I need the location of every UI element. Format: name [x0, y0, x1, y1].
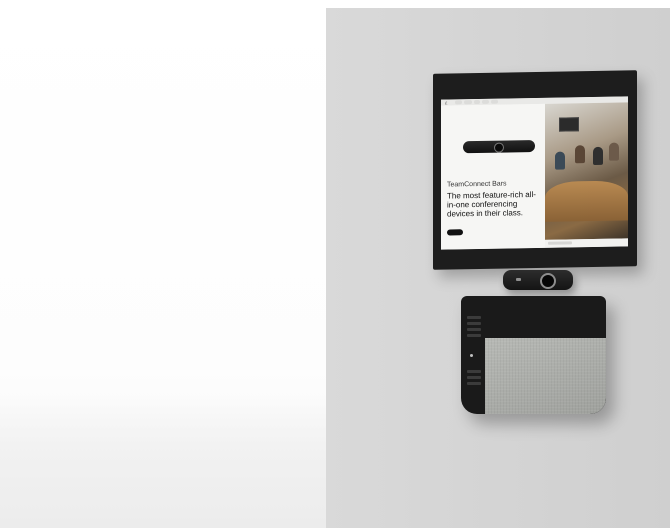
- compute-unit: [461, 296, 606, 414]
- nav-item: [455, 100, 463, 105]
- photo-caption-bar: [545, 238, 628, 248]
- camera-soundbar: [503, 270, 573, 290]
- brand-logo-icon: [516, 278, 521, 281]
- floor-reflection: [0, 392, 326, 528]
- conference-table: [545, 180, 628, 222]
- wall-display: ℰ TeamConnect Bars The most feature-rich…: [433, 70, 637, 270]
- hero-text-panel: TeamConnect Bars The most feature-rich a…: [441, 103, 545, 250]
- vent-slot: [467, 322, 481, 325]
- website-nav: [455, 99, 499, 105]
- vent-slot: [467, 370, 481, 373]
- person: [593, 146, 603, 165]
- meeting-room-photo: [545, 102, 628, 240]
- nav-item: [473, 99, 481, 105]
- caption-field: [548, 241, 572, 245]
- nav-item: [464, 100, 472, 105]
- cta-button: [447, 229, 463, 236]
- camera-lens-icon: [494, 142, 504, 153]
- hero-headline: The most feature-rich all-in-one confere…: [447, 189, 536, 219]
- camera-lens-icon: [540, 273, 556, 289]
- vent-slot: [467, 382, 481, 385]
- vent-slot: [467, 334, 481, 337]
- product-image: [463, 140, 535, 154]
- person: [609, 142, 619, 161]
- person: [555, 151, 565, 170]
- person: [575, 145, 585, 164]
- vent-slot: [467, 328, 481, 331]
- product-name: TeamConnect Bars: [447, 180, 507, 189]
- nav-item: [482, 99, 489, 104]
- vent-slot: [467, 316, 481, 319]
- fabric-cover: [485, 338, 606, 414]
- status-led-icon: [470, 354, 473, 357]
- nav-item: [490, 99, 499, 104]
- display-screen: ℰ TeamConnect Bars The most feature-rich…: [441, 96, 628, 250]
- vent-slot: [467, 376, 481, 379]
- room-tv: [559, 117, 579, 132]
